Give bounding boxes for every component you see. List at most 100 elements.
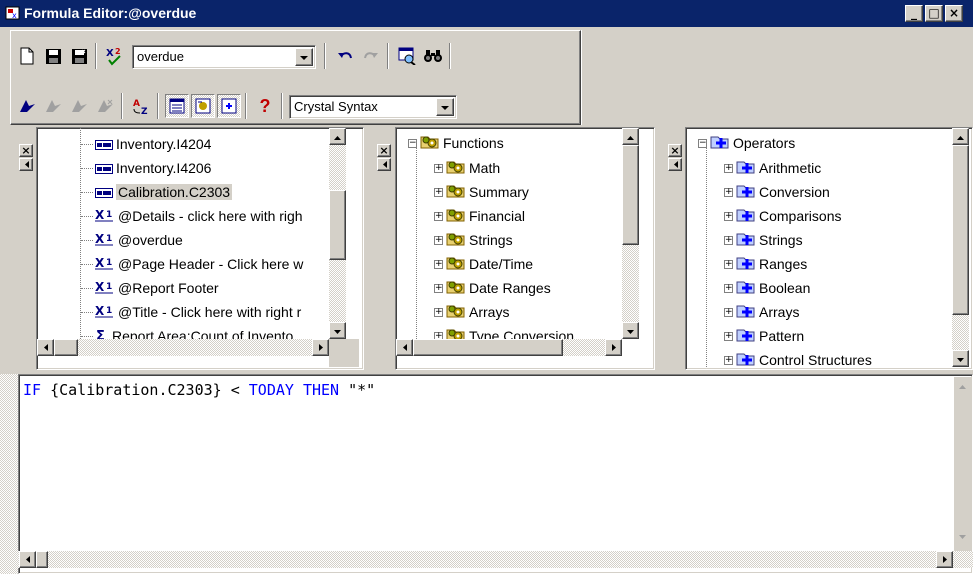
- field-tree-item[interactable]: Σ Report Area:Count of Invento: [95, 325, 293, 339]
- functions-tree-item[interactable]: Type Conversion: [446, 325, 574, 339]
- field-tree-item[interactable]: Inventory.I4206: [95, 157, 211, 179]
- formula-text-editor[interactable]: IF {Calibration.C2303} < TODAY THEN "*": [1, 374, 973, 574]
- toggle-operators-tree-button[interactable]: [217, 94, 241, 118]
- expand-plus-icon[interactable]: +: [724, 332, 733, 341]
- operators-tree-item[interactable]: Control Structures: [736, 349, 872, 367]
- functions-horizontal-scrollbar[interactable]: [396, 339, 622, 356]
- operators-tree-root[interactable]: Operators: [710, 132, 795, 154]
- fields-tree[interactable]: Inventory.I4204 Inventory.I4206 Calibratio…: [37, 128, 329, 339]
- expand-plus-icon[interactable]: +: [434, 332, 443, 339]
- fields-horizontal-scrollbar[interactable]: [37, 339, 329, 356]
- functions-hscroll-thumb[interactable]: [413, 339, 563, 356]
- expand-plus-icon[interactable]: +: [724, 164, 733, 173]
- field-tree-item[interactable]: X 1 @overdue: [95, 229, 183, 251]
- functions-tree-pane[interactable]: − Functions + Math + Summary + Financial + String…: [395, 127, 655, 370]
- field-tree-item[interactable]: X 1 @Page Header - Click here w: [95, 253, 303, 275]
- functions-tree-item[interactable]: Math: [446, 157, 500, 179]
- browse-data-button[interactable]: [395, 44, 419, 68]
- functions-tree-item[interactable]: Summary: [446, 181, 529, 203]
- expand-plus-icon[interactable]: +: [434, 188, 443, 197]
- fields-tree-pane[interactable]: Inventory.I4204 Inventory.I4206 Calibratio…: [36, 127, 364, 370]
- operators-pane-scroll-left-button[interactable]: [668, 158, 682, 171]
- operators-tree-item[interactable]: Arithmetic: [736, 157, 821, 179]
- operators-tree-item[interactable]: Pattern: [736, 325, 804, 347]
- expand-plus-icon[interactable]: +: [434, 164, 443, 173]
- editor-horizontal-scrollbar[interactable]: [1, 551, 973, 568]
- operators-scroll-down-button[interactable]: [952, 350, 969, 367]
- minimize-button[interactable]: _: [905, 5, 923, 22]
- redo-button[interactable]: [359, 44, 383, 68]
- editor-scroll-down-button[interactable]: [954, 527, 971, 544]
- field-tree-item[interactable]: X 1 @Details - click here with righ: [95, 205, 303, 227]
- functions-scroll-up-button[interactable]: [622, 128, 639, 145]
- fields-hscroll-thumb[interactable]: [54, 339, 78, 356]
- editor-hscroll-thumb[interactable]: [36, 551, 48, 568]
- next-bookmark-button[interactable]: [41, 94, 65, 118]
- operators-scroll-up-button[interactable]: [952, 128, 969, 145]
- operators-pane-close-button[interactable]: ×: [668, 144, 682, 157]
- expand-plus-icon[interactable]: +: [724, 356, 733, 365]
- maximize-button[interactable]: □: [925, 5, 943, 22]
- functions-pane-scroll-left-button[interactable]: [377, 158, 391, 171]
- clear-bookmarks-button[interactable]: [93, 94, 117, 118]
- field-tree-item[interactable]: X 1 @Title - Click here with right r: [95, 301, 301, 323]
- collapse-minus-icon[interactable]: −: [698, 139, 707, 148]
- syntax-dropdown-button[interactable]: [436, 98, 454, 116]
- field-tree-item[interactable]: Calibration.C2303: [95, 181, 233, 203]
- operators-tree-item[interactable]: Boolean: [736, 277, 810, 299]
- undo-button[interactable]: [333, 44, 357, 68]
- operators-tree-pane[interactable]: − Operators + Arithmetic + Conversion + Compari…: [685, 127, 973, 370]
- syntax-combo[interactable]: Crystal Syntax: [289, 95, 457, 119]
- functions-tree-item[interactable]: Date/Time: [446, 253, 533, 275]
- find-button[interactable]: [421, 44, 445, 68]
- functions-tree[interactable]: − Functions + Math + Summary + Financial + String…: [396, 128, 622, 339]
- collapse-minus-icon[interactable]: −: [408, 139, 417, 148]
- help-button[interactable]: ?: [253, 94, 277, 118]
- toggle-bookmark-button[interactable]: [15, 94, 39, 118]
- toggle-fields-tree-button[interactable]: [165, 94, 189, 118]
- fields-scroll-left-button[interactable]: [37, 339, 54, 356]
- functions-tree-item[interactable]: Strings: [446, 229, 513, 251]
- operators-tree-item[interactable]: Conversion: [736, 181, 830, 203]
- fields-scroll-thumb[interactable]: [329, 190, 346, 260]
- expand-plus-icon[interactable]: +: [724, 212, 733, 221]
- previous-bookmark-button[interactable]: [67, 94, 91, 118]
- functions-scroll-thumb[interactable]: [622, 145, 639, 245]
- formula-name-dropdown-button[interactable]: [295, 48, 313, 66]
- operators-tree-item[interactable]: Strings: [736, 229, 803, 251]
- sort-trees-button[interactable]: AZ: [129, 94, 153, 118]
- toggle-functions-tree-button[interactable]: [191, 94, 215, 118]
- save-and-close-button[interactable]: [67, 44, 91, 68]
- title-bar[interactable]: x Formula Editor:@overdue _ □ ×: [0, 0, 973, 27]
- fields-vertical-scrollbar[interactable]: [329, 128, 346, 339]
- field-tree-item[interactable]: X 1 @Report Footer: [95, 277, 219, 299]
- functions-tree-item[interactable]: Date Ranges: [446, 277, 551, 299]
- expand-plus-icon[interactable]: +: [434, 284, 443, 293]
- fields-scroll-up-button[interactable]: [329, 128, 346, 145]
- operators-scroll-thumb[interactable]: [952, 145, 969, 315]
- expand-plus-icon[interactable]: +: [434, 212, 443, 221]
- field-tree-item[interactable]: Inventory.I4204: [95, 133, 211, 155]
- expand-plus-icon[interactable]: +: [434, 236, 443, 245]
- formula-name-combo[interactable]: overdue: [132, 45, 316, 69]
- functions-vertical-scrollbar[interactable]: [622, 128, 639, 339]
- functions-scroll-right-button[interactable]: [605, 339, 622, 356]
- functions-pane-close-button[interactable]: ×: [377, 144, 391, 157]
- fields-scroll-right-button[interactable]: [312, 339, 329, 356]
- new-formula-button[interactable]: [15, 44, 39, 68]
- functions-scroll-down-button[interactable]: [622, 322, 639, 339]
- functions-tree-item[interactable]: Arrays: [446, 301, 509, 323]
- check-formula-button[interactable]: X2: [103, 44, 127, 68]
- operators-vertical-scrollbar[interactable]: [952, 128, 969, 367]
- editor-scroll-right-button[interactable]: [936, 551, 953, 568]
- operators-tree-item[interactable]: Ranges: [736, 253, 807, 275]
- functions-tree-item[interactable]: Financial: [446, 205, 525, 227]
- expand-plus-icon[interactable]: +: [724, 284, 733, 293]
- editor-vertical-scrollbar[interactable]: [954, 377, 971, 551]
- expand-plus-icon[interactable]: +: [724, 188, 733, 197]
- expand-plus-icon[interactable]: +: [434, 308, 443, 317]
- expand-plus-icon[interactable]: +: [724, 236, 733, 245]
- operators-tree[interactable]: − Operators + Arithmetic + Conversion + Compari…: [686, 128, 952, 367]
- close-button[interactable]: ×: [945, 5, 963, 22]
- functions-tree-root[interactable]: Functions: [420, 132, 504, 154]
